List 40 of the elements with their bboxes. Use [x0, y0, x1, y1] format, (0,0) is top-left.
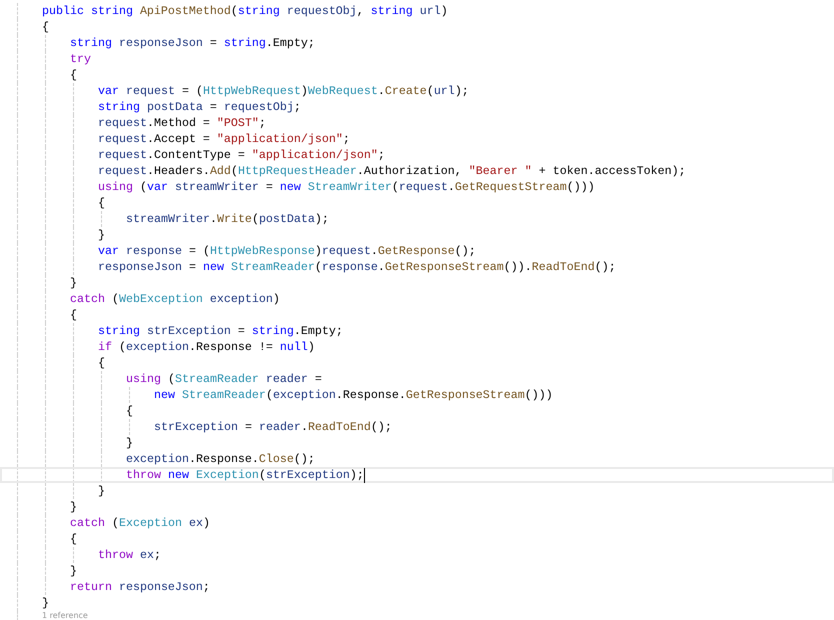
code-line: }: [42, 595, 49, 611]
code-line: throw new Exception(strException);: [126, 467, 364, 483]
code-line: if (exception.Response != null): [98, 339, 315, 355]
code-line: request.Method = "POST";: [98, 115, 266, 131]
code-line: {: [42, 19, 49, 35]
code-line: public string ApiPostMethod(string requestObj, string url): [42, 3, 448, 19]
code-line: string responseJson = string.Empty;: [70, 35, 315, 51]
code-line: {: [70, 307, 77, 323]
code-line: strException = reader.ReadToEnd();: [154, 419, 392, 435]
code-line: }: [98, 227, 105, 243]
code-line: request.Accept = "application/json";: [98, 131, 350, 147]
code-line: var response = (HttpWebResponse)request.GetResponse();: [98, 243, 476, 259]
code-line: catch (WebException exception): [70, 291, 280, 307]
code-line: try: [70, 51, 91, 67]
code-line: responseJson = new StreamReader(response.GetResponseStream()).ReadToEnd();: [98, 259, 616, 275]
code-line: string strException = string.Empty;: [98, 323, 343, 339]
code-line: {: [98, 355, 105, 371]
code-line: {: [70, 531, 77, 547]
code-line: }: [98, 483, 105, 499]
code-line: using (StreamReader reader =: [126, 371, 322, 387]
code-line: request.Headers.Add(HttpRequestHeader.Authorization, "Bearer " + token.accessToken);: [98, 163, 686, 179]
code-line: }: [70, 563, 77, 579]
code-line: string postData = requestObj;: [98, 99, 301, 115]
code-line: {: [98, 195, 105, 211]
code-line: catch (Exception ex): [70, 515, 210, 531]
code-line: return responseJson;: [70, 579, 210, 595]
text-cursor: [364, 468, 365, 482]
code-line: {: [70, 67, 77, 83]
code-line: }: [70, 275, 77, 291]
code-line: }: [70, 499, 77, 515]
code-line: }: [126, 435, 133, 451]
code-line: {: [126, 403, 133, 419]
code-line: exception.Response.Close();: [126, 451, 315, 467]
code-line: request.ContentType = "application/json";: [98, 147, 385, 163]
code-line: new StreamReader(exception.Response.GetResponseStream())): [154, 387, 553, 403]
code-line: using (var streamWriter = new StreamWriter(request.GetRequestStream())): [98, 179, 595, 195]
code-line: var request = (HttpWebRequest)WebRequest.Create(url);: [98, 83, 469, 99]
code-line: throw ex;: [98, 547, 161, 563]
code-lens-text: 1 reference: [42, 611, 88, 620]
code-line: streamWriter.Write(postData);: [126, 211, 329, 227]
